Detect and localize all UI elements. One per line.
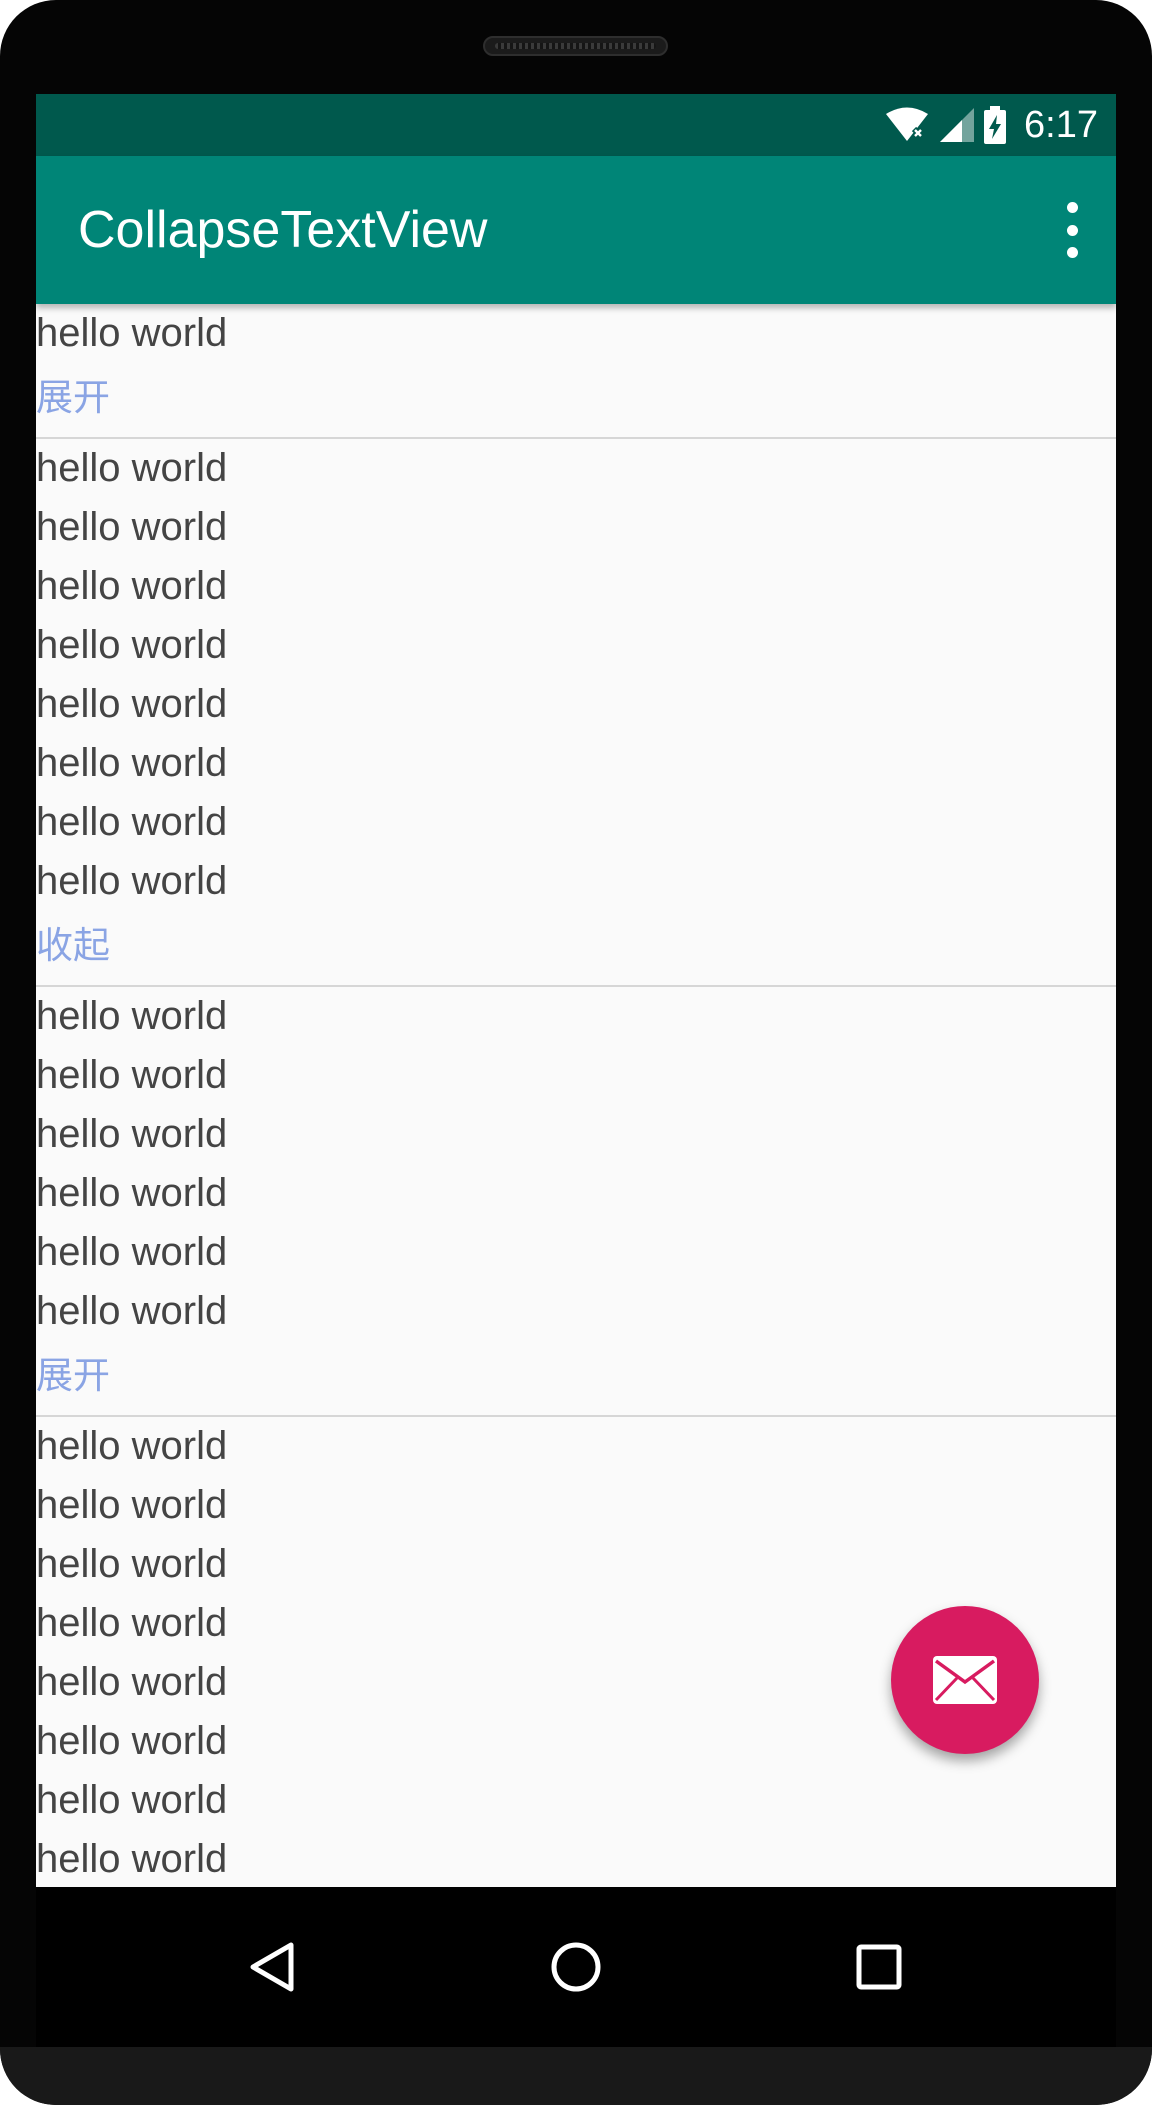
item-text-line: hello world bbox=[36, 564, 228, 608]
item-text-line: hello world bbox=[36, 1289, 228, 1333]
item-text-line: hello world bbox=[36, 859, 228, 903]
home-icon bbox=[551, 1942, 601, 1992]
battery-charging-icon bbox=[984, 106, 1007, 144]
list-item: hello world hello world hello world hell… bbox=[36, 987, 1116, 1417]
item-text-line: hello world bbox=[36, 446, 228, 490]
expand-toggle[interactable]: 展开 bbox=[36, 1341, 1116, 1411]
speaker-grille bbox=[495, 43, 656, 49]
item-text-line: hello world bbox=[36, 1230, 228, 1274]
item-text-line: hello world bbox=[36, 1837, 228, 1881]
app-title: CollapseTextView bbox=[78, 201, 488, 259]
item-text-line: hello world bbox=[36, 1424, 228, 1468]
item-text-line: hello world bbox=[36, 505, 228, 549]
expand-toggle[interactable]: 展开 bbox=[36, 363, 1116, 433]
device-chin bbox=[0, 2047, 1152, 2105]
device-frame: 6:17 CollapseTextView hello world 展开 hel… bbox=[0, 0, 1152, 2105]
app-bar: CollapseTextView bbox=[36, 156, 1116, 304]
item-text-line: hello world bbox=[36, 1112, 228, 1156]
item-text-line: hello world bbox=[36, 994, 228, 1038]
more-vert-icon[interactable] bbox=[1060, 202, 1084, 258]
recents-button[interactable] bbox=[829, 1917, 929, 2017]
signal-icon bbox=[940, 108, 975, 142]
back-icon bbox=[250, 1942, 294, 1992]
email-icon bbox=[933, 1656, 997, 1704]
status-time: 6:17 bbox=[1024, 104, 1098, 146]
item-text-line: hello world bbox=[36, 1053, 228, 1097]
item-text-line: hello world bbox=[36, 623, 228, 667]
item-text-line: hello world bbox=[36, 682, 228, 726]
item-text-line: hello world bbox=[36, 800, 228, 844]
list-item: hello world 展开 bbox=[36, 304, 1116, 439]
status-bar: 6:17 bbox=[36, 94, 1116, 156]
overflow-dot bbox=[1066, 224, 1078, 236]
item-text-line: hello world bbox=[36, 1778, 228, 1822]
recents-icon bbox=[856, 1944, 902, 1990]
item-text-line: hello world bbox=[36, 311, 228, 355]
list-item: hello world hello world hello world hell… bbox=[36, 439, 1116, 987]
navigation-bar bbox=[36, 1887, 1116, 2047]
collapse-toggle[interactable]: 收起 bbox=[36, 911, 1116, 981]
status-icons: 6:17 bbox=[884, 102, 1098, 148]
wifi-off-icon bbox=[886, 107, 929, 141]
item-text-line: hello world bbox=[36, 1483, 228, 1527]
overflow-dot bbox=[1066, 247, 1078, 258]
item-text-line: hello world bbox=[36, 1171, 228, 1215]
email-fab-button[interactable] bbox=[891, 1606, 1039, 1754]
home-button[interactable] bbox=[526, 1917, 626, 2017]
item-text-line: hello world bbox=[36, 741, 228, 785]
overflow-dot bbox=[1066, 202, 1078, 213]
back-button[interactable] bbox=[222, 1917, 322, 2017]
item-text-line: hello world bbox=[36, 1542, 228, 1586]
earpiece-speaker bbox=[483, 36, 668, 56]
